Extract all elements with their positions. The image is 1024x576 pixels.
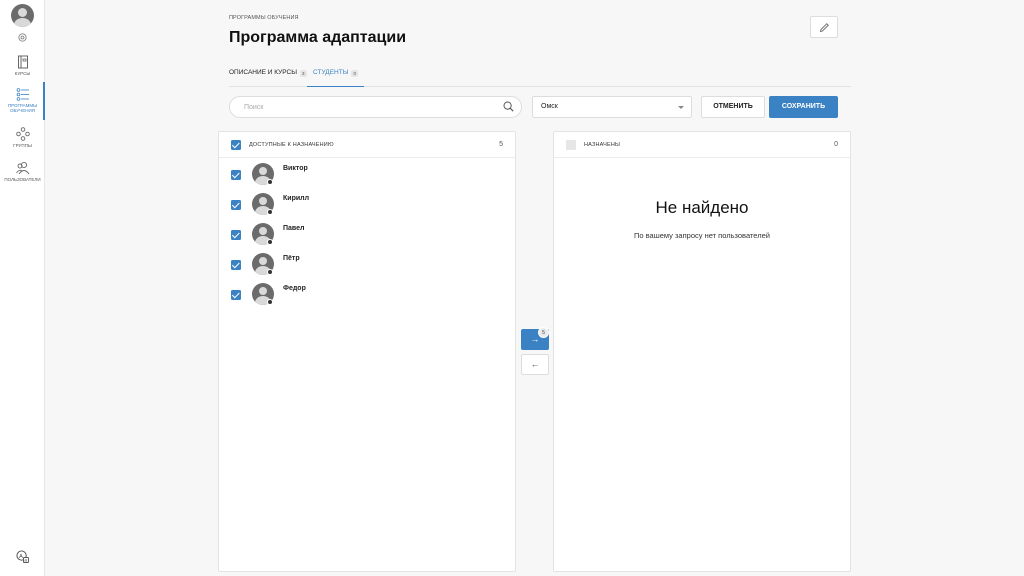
tab-description-courses[interactable]: ОПИСАНИЕ И КУРСЫ 3 xyxy=(229,69,307,87)
sidebar-item-courses[interactable]: КУРСЫ xyxy=(0,55,45,76)
assigned-count: 0 xyxy=(834,141,838,148)
book-icon xyxy=(17,55,28,69)
status-dot-icon xyxy=(267,299,273,305)
assigned-users-panel: НАЗНАЧЕНЫ 0 Не найдено По вашему запросу… xyxy=(553,131,851,572)
pencil-icon xyxy=(819,22,829,32)
available-users-list: Виктор Кирилл Павел Пётр Федор xyxy=(219,159,515,309)
user-name: Павел xyxy=(283,225,305,232)
city-select-value: Омск xyxy=(541,103,558,110)
user-name: Пётр xyxy=(283,255,300,262)
select-all-checkbox[interactable] xyxy=(231,140,241,150)
sidebar-item-label: ПОЛЬЗОВАТЕЛИ xyxy=(4,177,41,182)
available-panel-header: ДОСТУПНЫЕ К НАЗНАЧЕНИЮ 5 xyxy=(219,132,515,158)
program-list-icon xyxy=(16,88,29,101)
status-dot-icon xyxy=(267,209,273,215)
list-item[interactable]: Виктор xyxy=(219,159,515,189)
user-checkbox[interactable] xyxy=(231,290,241,300)
available-count: 5 xyxy=(499,141,503,148)
tab-count-badge: 3 xyxy=(299,69,307,77)
svg-text:A: A xyxy=(19,554,23,560)
select-all-assigned-checkbox[interactable] xyxy=(566,140,576,150)
status-dot-icon xyxy=(267,239,273,245)
empty-state-subtitle: По вашему запросу нет пользователей xyxy=(634,231,770,240)
user-checkbox[interactable] xyxy=(231,230,241,240)
search-input[interactable] xyxy=(229,96,522,118)
page-title: Программа адаптации xyxy=(229,29,407,46)
status-dot-icon xyxy=(267,269,273,275)
language-icon[interactable]: A a xyxy=(16,550,29,563)
sidebar-item-label: КУРСЫ xyxy=(14,71,31,76)
list-item[interactable]: Федор xyxy=(219,279,515,309)
sidebar-item-label: ПРОГРАММЫ ОБУЧЕНИЯ xyxy=(7,103,38,113)
user-name: Кирилл xyxy=(283,195,310,202)
chevron-down-icon xyxy=(678,106,684,109)
user-checkbox[interactable] xyxy=(231,200,241,210)
available-panel-label: ДОСТУПНЫЕ К НАЗНАЧЕНИЮ xyxy=(249,142,334,148)
user-name: Федор xyxy=(283,285,306,292)
tab-label: ОПИСАНИЕ И КУРСЫ xyxy=(229,69,297,76)
list-item[interactable]: Павел xyxy=(219,219,515,249)
user-avatar[interactable] xyxy=(11,4,34,27)
move-left-button[interactable]: ← xyxy=(521,354,549,375)
list-item[interactable]: Пётр xyxy=(219,249,515,279)
edit-button[interactable] xyxy=(810,16,838,38)
sidebar: КУРСЫ ПРОГРАММЫ ОБУЧЕНИЯ ГРУППЫ ПОЛЬЗОВА… xyxy=(0,0,45,576)
users-icon xyxy=(15,161,29,175)
tab-students[interactable]: СТУДЕНТЫ 0 xyxy=(307,69,364,87)
status-dot-icon xyxy=(267,179,273,185)
empty-state-title: Не найдено xyxy=(655,198,749,217)
tab-label: СТУДЕНТЫ xyxy=(313,69,349,76)
user-name: Виктор xyxy=(283,165,308,172)
tab-count-badge: 0 xyxy=(351,69,358,77)
city-select[interactable]: Омск xyxy=(532,96,692,118)
selected-count-badge: 5 xyxy=(538,327,549,338)
svg-text:a: a xyxy=(24,558,27,563)
breadcrumb[interactable]: ПРОГРАММЫ ОБУЧЕНИЯ xyxy=(229,15,299,21)
sidebar-item-groups[interactable]: ГРУППЫ xyxy=(0,127,45,148)
save-button[interactable]: СОХРАНИТЬ xyxy=(769,96,838,118)
available-users-panel: ДОСТУПНЫЕ К НАЗНАЧЕНИЮ 5 Виктор Кирилл Пав… xyxy=(218,131,516,572)
cancel-button[interactable]: ОТМЕНИТЬ xyxy=(701,96,765,118)
assigned-panel-label: НАЗНАЧЕНЫ xyxy=(584,142,621,148)
settings-icon[interactable] xyxy=(17,32,28,43)
tabs: ОПИСАНИЕ И КУРСЫ 3 СТУДЕНТЫ 0 xyxy=(229,65,851,87)
user-checkbox[interactable] xyxy=(231,260,241,270)
list-item[interactable]: Кирилл xyxy=(219,189,515,219)
sidebar-item-programs[interactable]: ПРОГРАММЫ ОБУЧЕНИЯ xyxy=(0,88,45,113)
search-icon[interactable] xyxy=(503,101,514,112)
assigned-panel-header: НАЗНАЧЕНЫ 0 xyxy=(554,132,850,158)
groups-icon xyxy=(15,127,30,141)
sidebar-item-label: ГРУППЫ xyxy=(13,143,32,148)
user-checkbox[interactable] xyxy=(231,170,241,180)
sidebar-item-users[interactable]: ПОЛЬЗОВАТЕЛИ xyxy=(0,161,45,182)
